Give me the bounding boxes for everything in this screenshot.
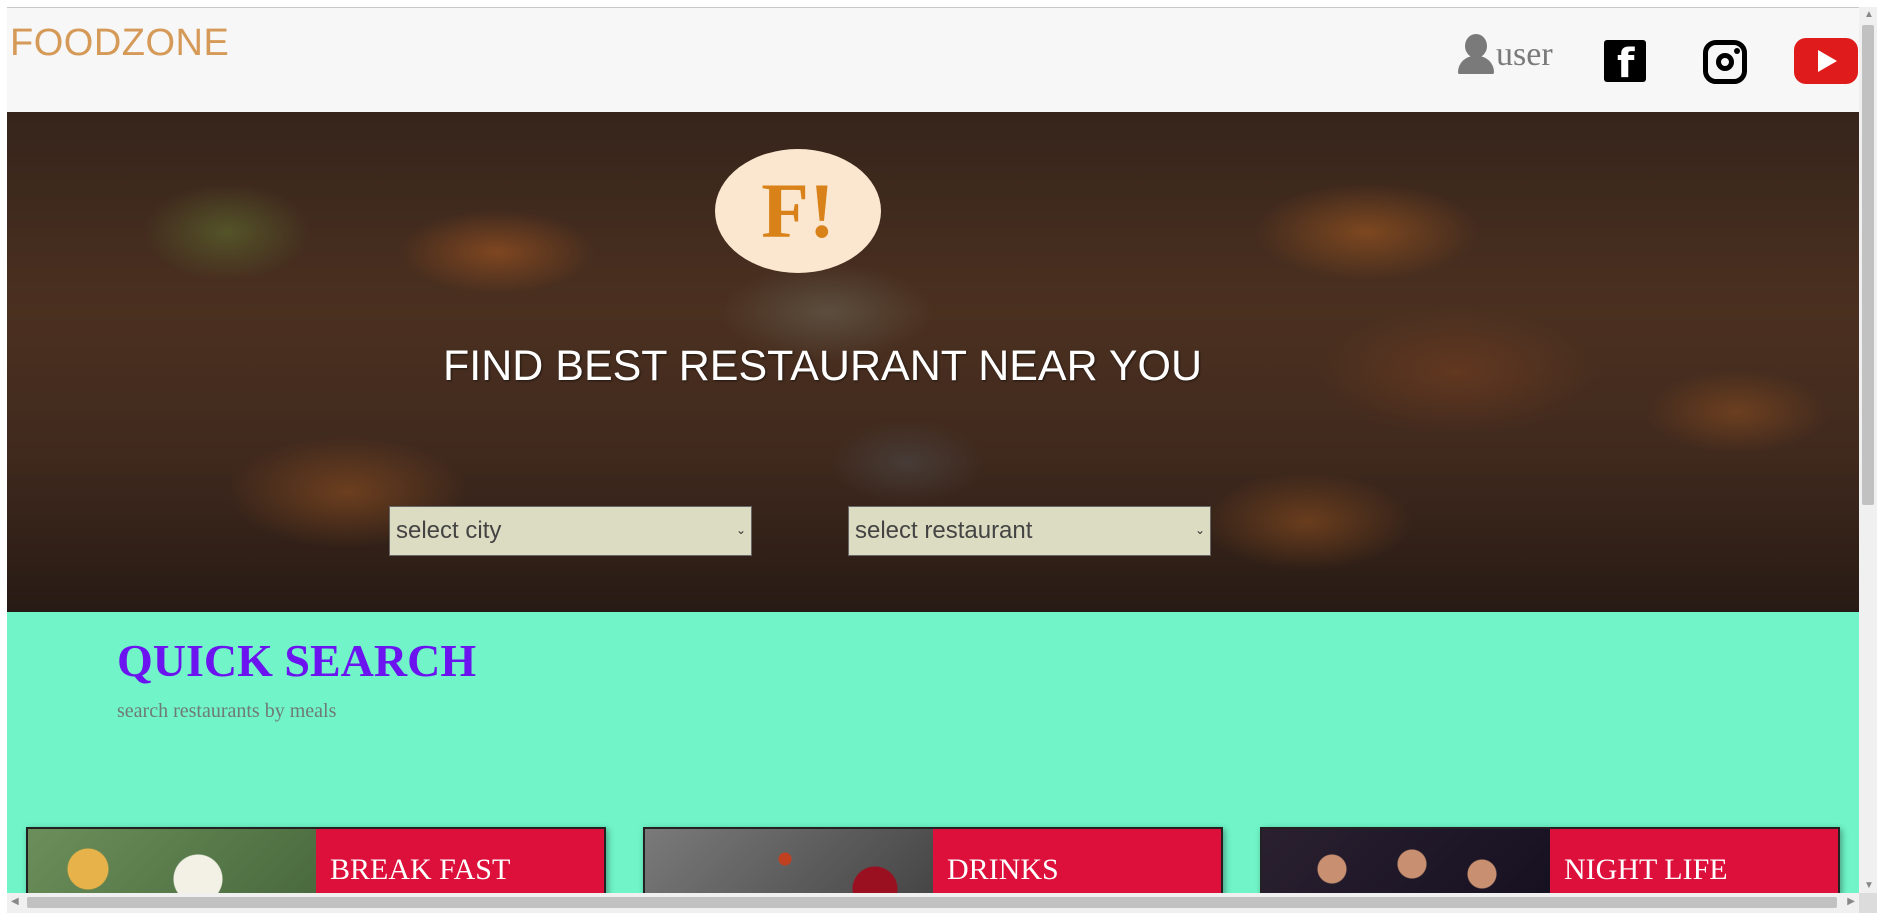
scroll-down-icon[interactable]: ▼	[1864, 880, 1874, 891]
chevron-down-icon: ⌄	[1194, 523, 1205, 537]
hero-title: FIND BEST RESTAURANT NEAR YOU	[443, 342, 1203, 390]
horizontal-scrollbar[interactable]: ◀ ▶	[7, 893, 1859, 913]
quick-search-section: QUICK SEARCH search restaurants by meals…	[7, 612, 1859, 893]
vertical-scroll-thumb[interactable]	[1862, 25, 1874, 505]
scroll-left-icon[interactable]: ◀	[11, 896, 19, 907]
meal-card-night-life[interactable]: NIGHT LIFE	[1260, 827, 1840, 893]
meal-card-breakfast[interactable]: BREAK FAST	[26, 827, 606, 893]
brand-logo[interactable]: FOODZONE	[10, 22, 229, 65]
user-icon	[1456, 34, 1494, 74]
scrollbar-corner	[1859, 893, 1877, 913]
instagram-icon[interactable]	[1703, 40, 1747, 84]
restaurant-select-value: select restaurant	[855, 517, 1033, 544]
hero-logo-text: F!	[761, 167, 835, 254]
scroll-up-icon[interactable]: ▲	[1864, 9, 1874, 20]
restaurant-select[interactable]: select restaurant ⌄	[848, 506, 1211, 556]
quick-search-title: QUICK SEARCH	[117, 635, 477, 686]
user-link[interactable]: user	[1456, 34, 1553, 74]
meal-card-image	[645, 829, 933, 893]
hero-banner: F! FIND BEST RESTAURANT NEAR YOU select …	[7, 112, 1859, 612]
city-select[interactable]: select city ⌄	[389, 506, 752, 556]
hero-logo: F!	[715, 149, 881, 273]
page: FOODZONE user f F! FIND BEST RESTAURANT …	[7, 7, 1859, 893]
city-select-value: select city	[396, 517, 502, 544]
facebook-icon[interactable]: f	[1604, 40, 1646, 86]
vertical-scrollbar[interactable]: ▲ ▼	[1859, 7, 1877, 893]
site-header: FOODZONE user f	[7, 8, 1859, 112]
horizontal-scroll-thumb[interactable]	[27, 897, 1837, 908]
scroll-right-icon[interactable]: ▶	[1847, 896, 1855, 907]
meal-card-label: DRINKS	[947, 853, 1059, 886]
meal-card-image	[1262, 829, 1550, 893]
meal-card-label: NIGHT LIFE	[1564, 853, 1728, 886]
quick-search-subtitle: search restaurants by meals	[117, 700, 337, 722]
user-label: user	[1496, 36, 1553, 73]
youtube-icon[interactable]	[1794, 38, 1858, 84]
meal-card-image	[28, 829, 316, 893]
chevron-down-icon: ⌄	[735, 523, 746, 537]
meal-card-drinks[interactable]: DRINKS	[643, 827, 1223, 893]
meal-card-label: BREAK FAST	[330, 853, 511, 886]
